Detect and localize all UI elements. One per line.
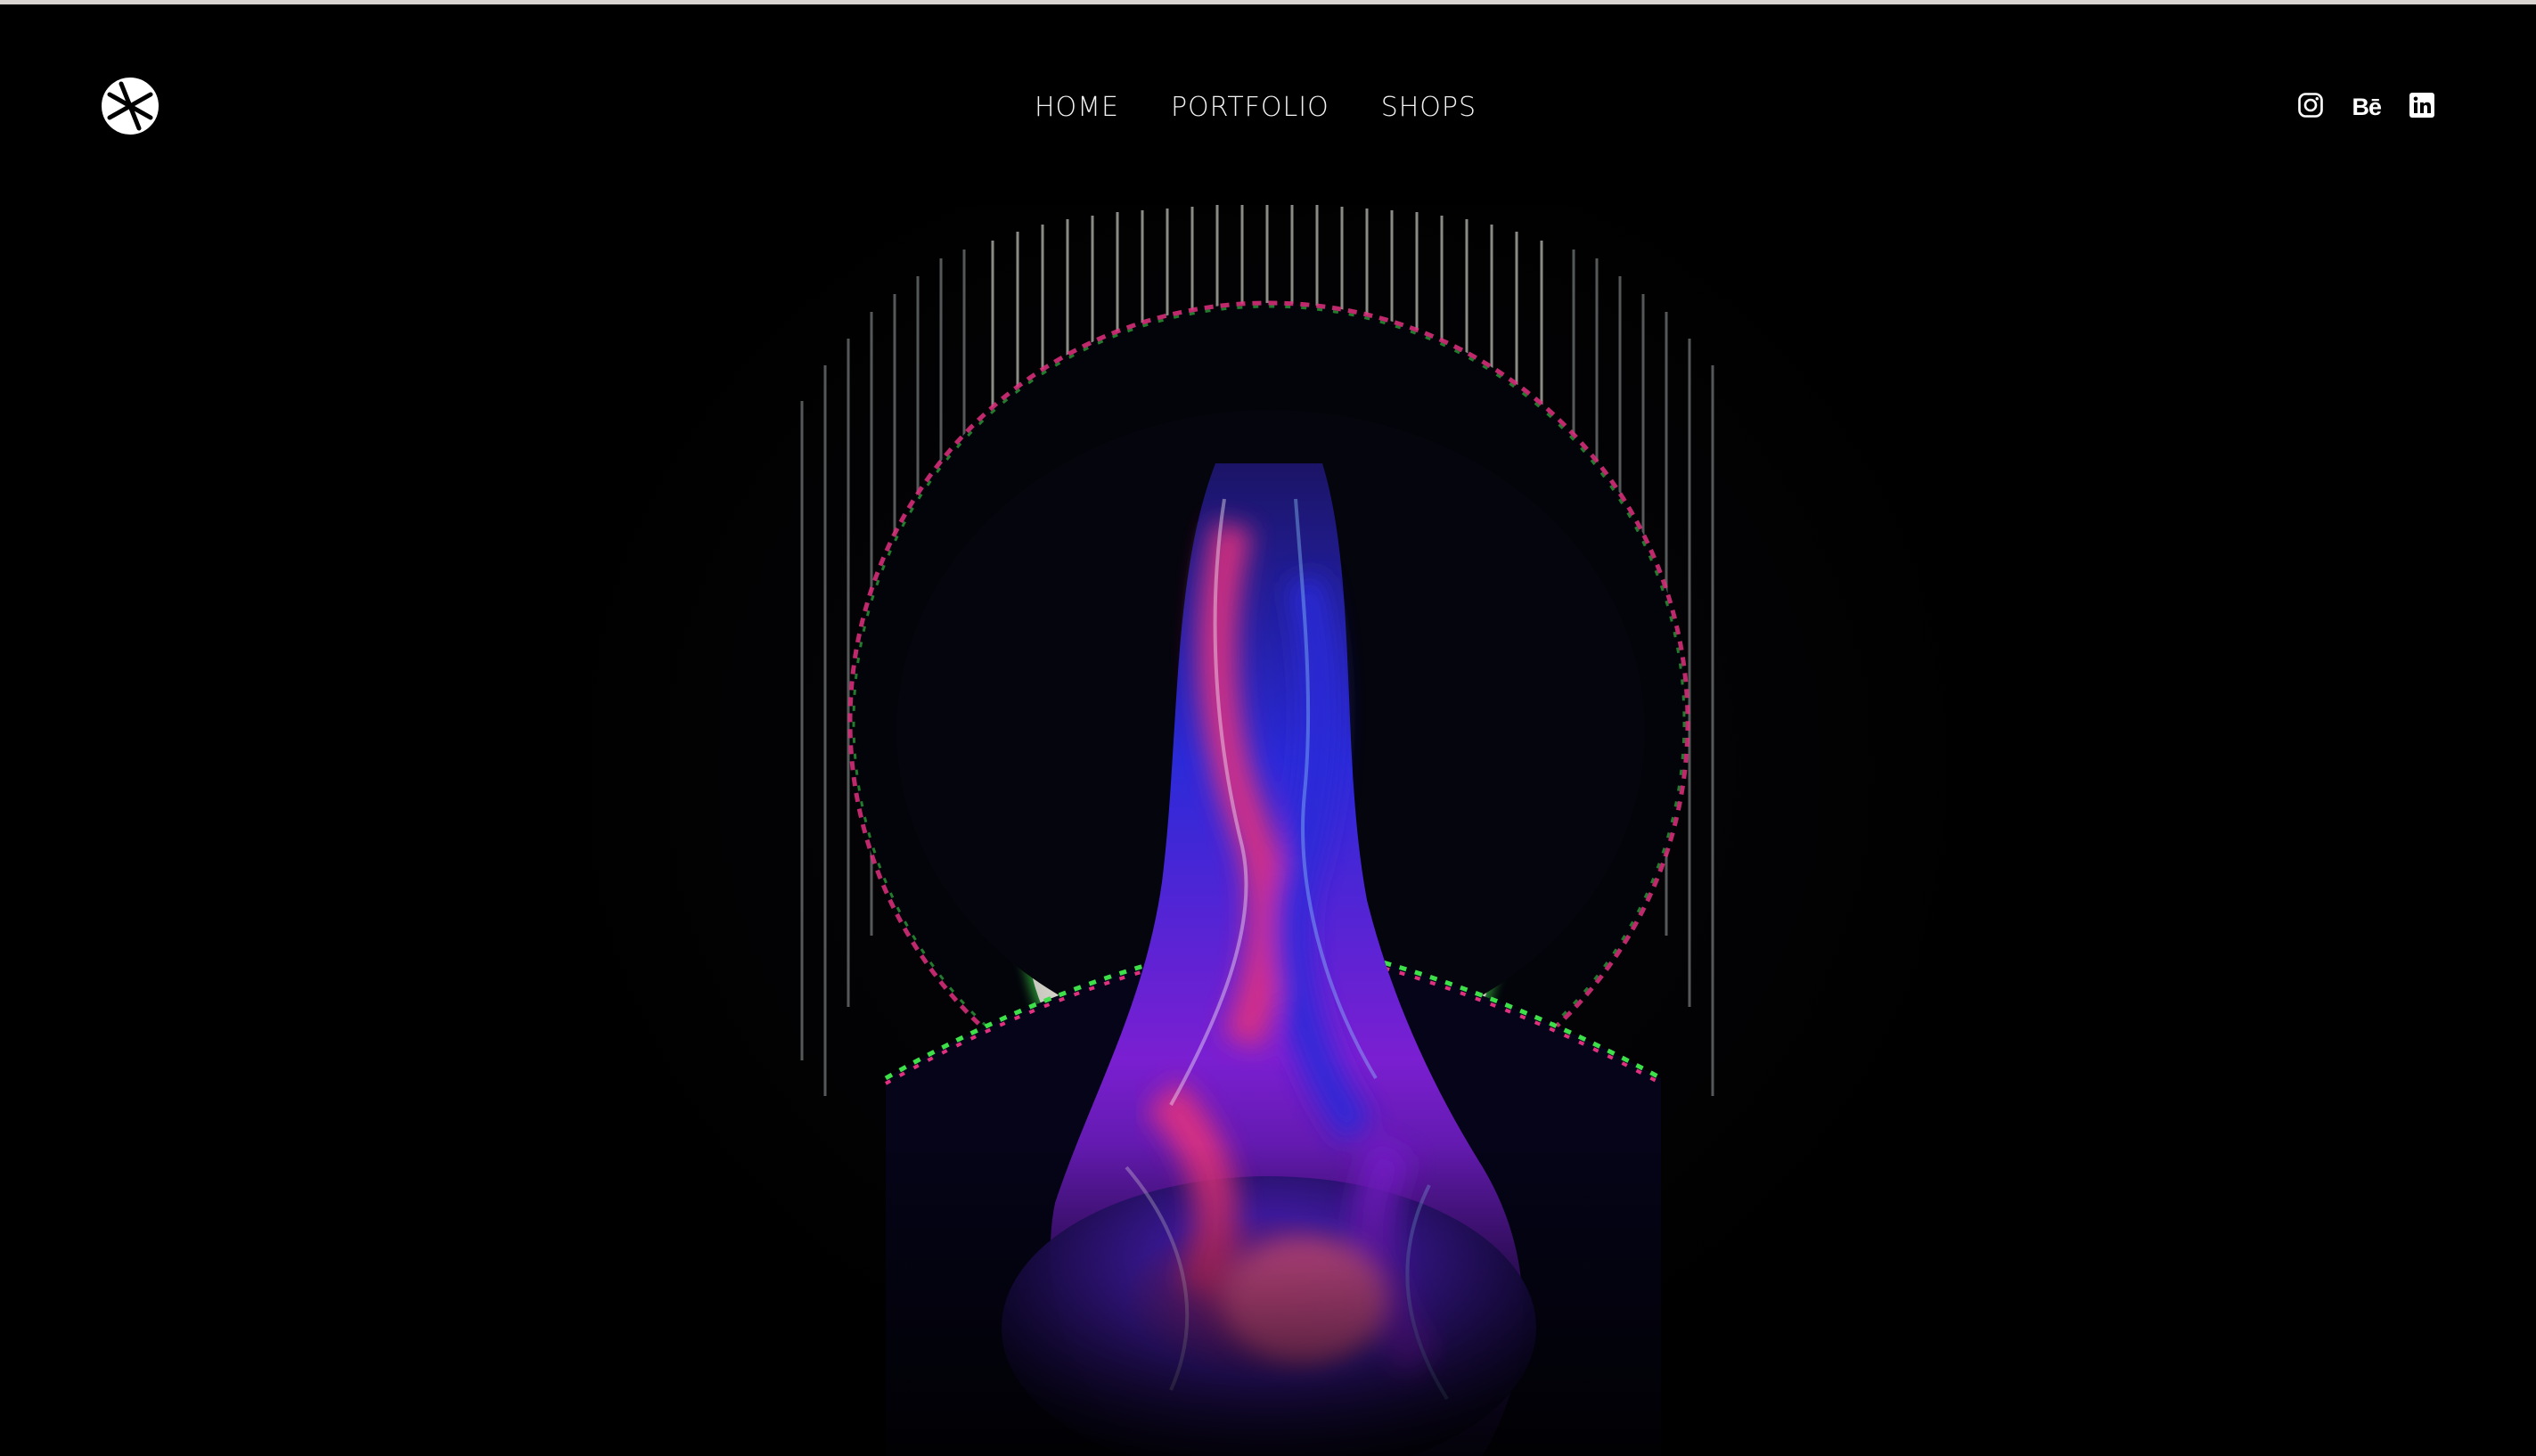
- instagram-link[interactable]: [2296, 93, 2325, 121]
- linkedin-link[interactable]: [2408, 93, 2436, 121]
- main-nav: HOME PORTFOLIO SHOPS: [0, 84, 2536, 130]
- nav-portfolio[interactable]: PORTFOLIO: [1171, 92, 1329, 123]
- nav-home[interactable]: HOME: [1035, 92, 1119, 123]
- behance-link[interactable]: Bē: [2352, 93, 2382, 121]
- nav-shops[interactable]: SHOPS: [1381, 92, 1477, 123]
- browser-top-rule: [0, 0, 2536, 4]
- instagram-icon: [2297, 92, 2324, 122]
- linkedin-icon: [2409, 92, 2435, 122]
- hero-artwork-image: [592, 205, 1946, 1456]
- page: HOME PORTFOLIO SHOPS Bē: [0, 0, 2536, 1456]
- social-links: Bē: [2296, 86, 2436, 128]
